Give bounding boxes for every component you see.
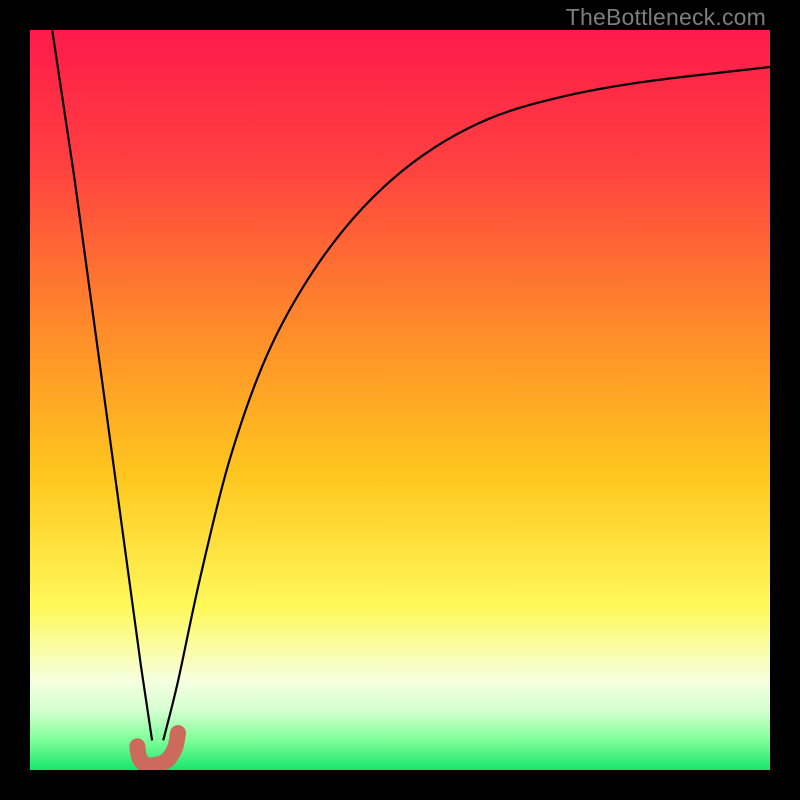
watermark-text: TheBottleneck.com	[566, 4, 766, 31]
chart-frame	[30, 30, 770, 770]
chart-canvas	[30, 30, 770, 770]
